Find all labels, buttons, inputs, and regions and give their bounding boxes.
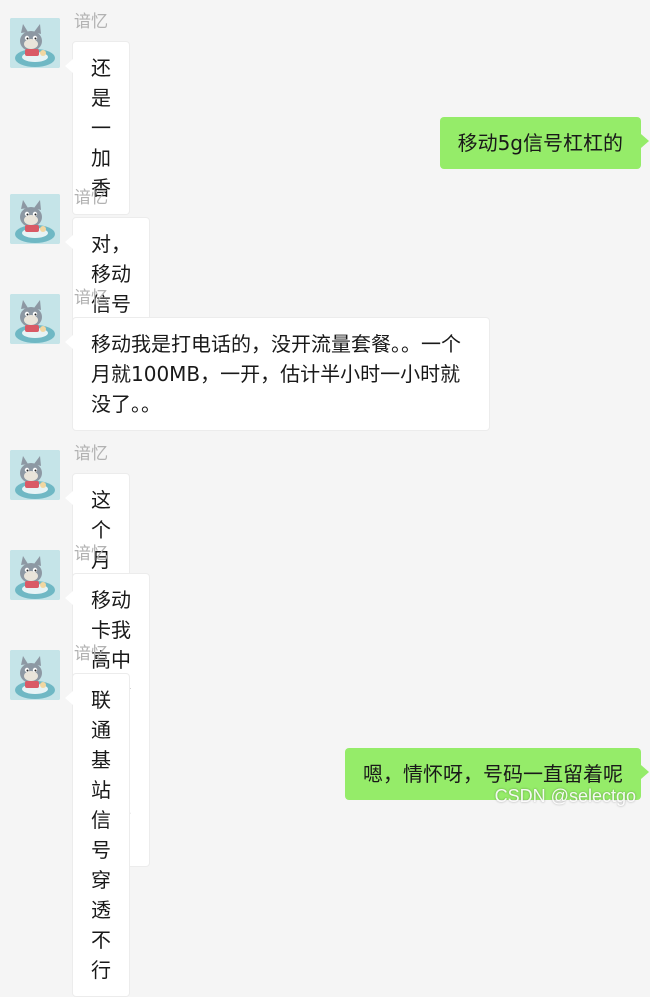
tom-cat-avatar-icon (10, 194, 60, 244)
avatar[interactable] (10, 650, 60, 700)
watermark: CSDN @selectgo (494, 786, 636, 806)
chat-window: 谙忆 还是一加香 移动5g信号杠杠的 谙忆 对，移动信号好 (0, 0, 650, 997)
message-bubble-outgoing[interactable]: 移动5g信号杠杠的 (439, 117, 650, 169)
tom-cat-avatar-icon (10, 18, 60, 68)
sender-name: 谙忆 (74, 444, 108, 464)
tom-cat-avatar-icon (10, 650, 60, 700)
avatar[interactable] (10, 294, 60, 344)
sender-name: 谙忆 (74, 544, 108, 564)
avatar[interactable] (10, 194, 60, 244)
message-bubble[interactable]: 联通基站信号穿透不行 (65, 673, 130, 997)
sender-name: 谙忆 (74, 644, 108, 664)
message-bubble[interactable]: 移动我是打电话的，没开流量套餐。。一个月就100MB，一开，估计半小时一小时就没… (65, 317, 490, 431)
tom-cat-avatar-icon (10, 450, 60, 500)
sender-name: 谙忆 (74, 188, 108, 208)
sender-name: 谙忆 (74, 288, 108, 308)
sender-name: 谙忆 (74, 12, 108, 32)
tom-cat-avatar-icon (10, 550, 60, 600)
avatar[interactable] (10, 550, 60, 600)
avatar[interactable] (10, 450, 60, 500)
tom-cat-avatar-icon (10, 294, 60, 344)
avatar[interactable] (10, 18, 60, 68)
